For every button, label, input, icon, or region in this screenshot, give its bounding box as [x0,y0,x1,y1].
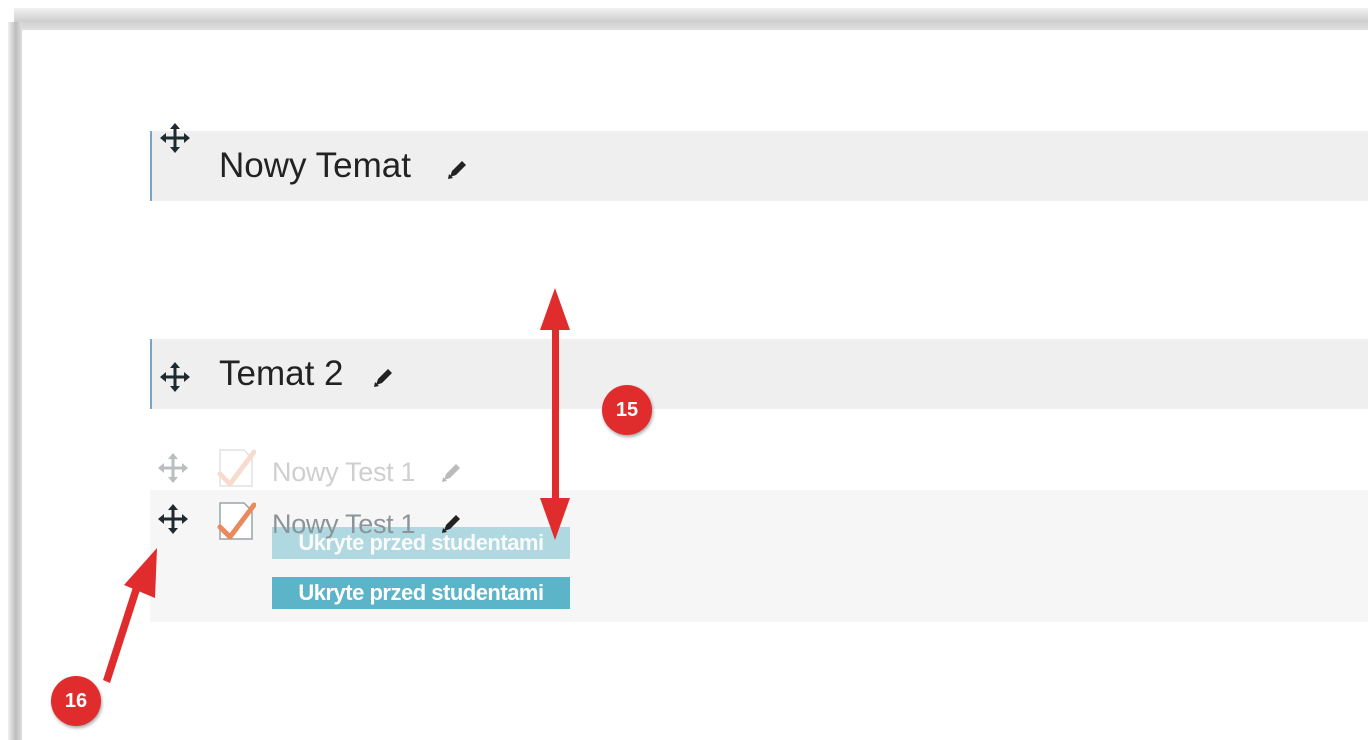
callout-number: 16 [51,676,101,726]
arrow-head-up [540,288,570,330]
arrow-head-down [540,498,570,540]
arrow-shaft-16 [103,587,140,683]
double-arrow-shaft [552,325,559,503]
callout-number: 15 [602,385,652,435]
annotation-arrows [103,288,570,683]
arrow-head-16 [124,548,157,598]
